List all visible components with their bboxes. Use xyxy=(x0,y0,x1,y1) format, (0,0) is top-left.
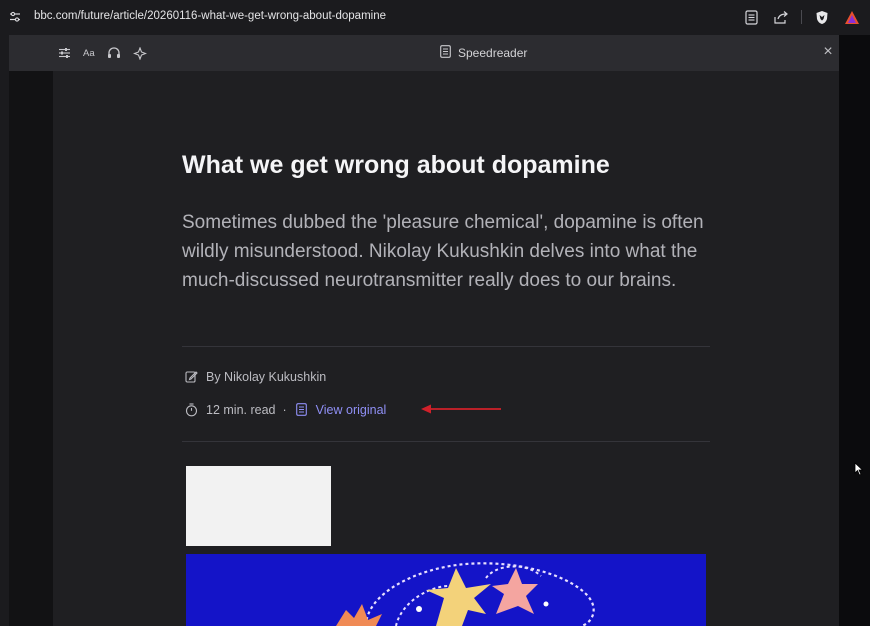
divider xyxy=(182,441,710,442)
speedreader-toolbar: Aa Speedreader × xyxy=(9,35,839,71)
brave-rewards-icon[interactable] xyxy=(842,7,862,27)
mouse-cursor-icon xyxy=(854,462,864,476)
read-time: 12 min. read xyxy=(206,402,276,417)
article-title: What we get wrong about dopamine xyxy=(182,151,610,179)
speedreader-label: Speedreader xyxy=(458,46,528,60)
headphones-icon[interactable] xyxy=(107,45,121,61)
divider xyxy=(182,346,710,347)
speedreader-icon xyxy=(440,45,451,61)
left-edge xyxy=(0,35,9,626)
article-hero-image xyxy=(186,554,706,626)
right-gutter xyxy=(839,35,870,626)
sparkle-icon[interactable] xyxy=(132,45,147,61)
site-settings-icon[interactable] xyxy=(9,11,21,23)
timer-icon xyxy=(184,402,199,417)
brave-shields-icon[interactable] xyxy=(812,7,832,27)
share-icon[interactable] xyxy=(771,7,791,27)
font-size-icon[interactable]: Aa xyxy=(83,45,95,61)
annotation-arrow xyxy=(421,404,501,414)
byline: By Nikolay Kukushkin xyxy=(206,369,327,384)
speedreader-title: Speedreader xyxy=(440,45,527,61)
address-bar[interactable]: bbc.com/future/article/20260116-what-we-… xyxy=(0,0,870,35)
reader-mode-icon[interactable] xyxy=(741,7,761,27)
byline-row: By Nikolay Kukushkin xyxy=(184,369,326,384)
read-info-row: 12 min. read · View original xyxy=(184,402,386,417)
author-edit-icon xyxy=(184,369,199,384)
toolbar-divider xyxy=(801,10,802,24)
view-original-link[interactable]: View original xyxy=(316,403,387,417)
close-icon[interactable]: × xyxy=(819,43,837,61)
url-text[interactable]: bbc.com/future/article/20260116-what-we-… xyxy=(34,10,386,22)
article-subtitle: Sometimes dubbed the 'pleasure chemical'… xyxy=(182,212,704,291)
view-original-icon[interactable] xyxy=(294,402,309,417)
article-image-placeholder xyxy=(186,466,331,546)
hero-illustration xyxy=(336,562,595,626)
meta-separator: · xyxy=(282,402,287,417)
sliders-icon[interactable] xyxy=(58,45,71,61)
